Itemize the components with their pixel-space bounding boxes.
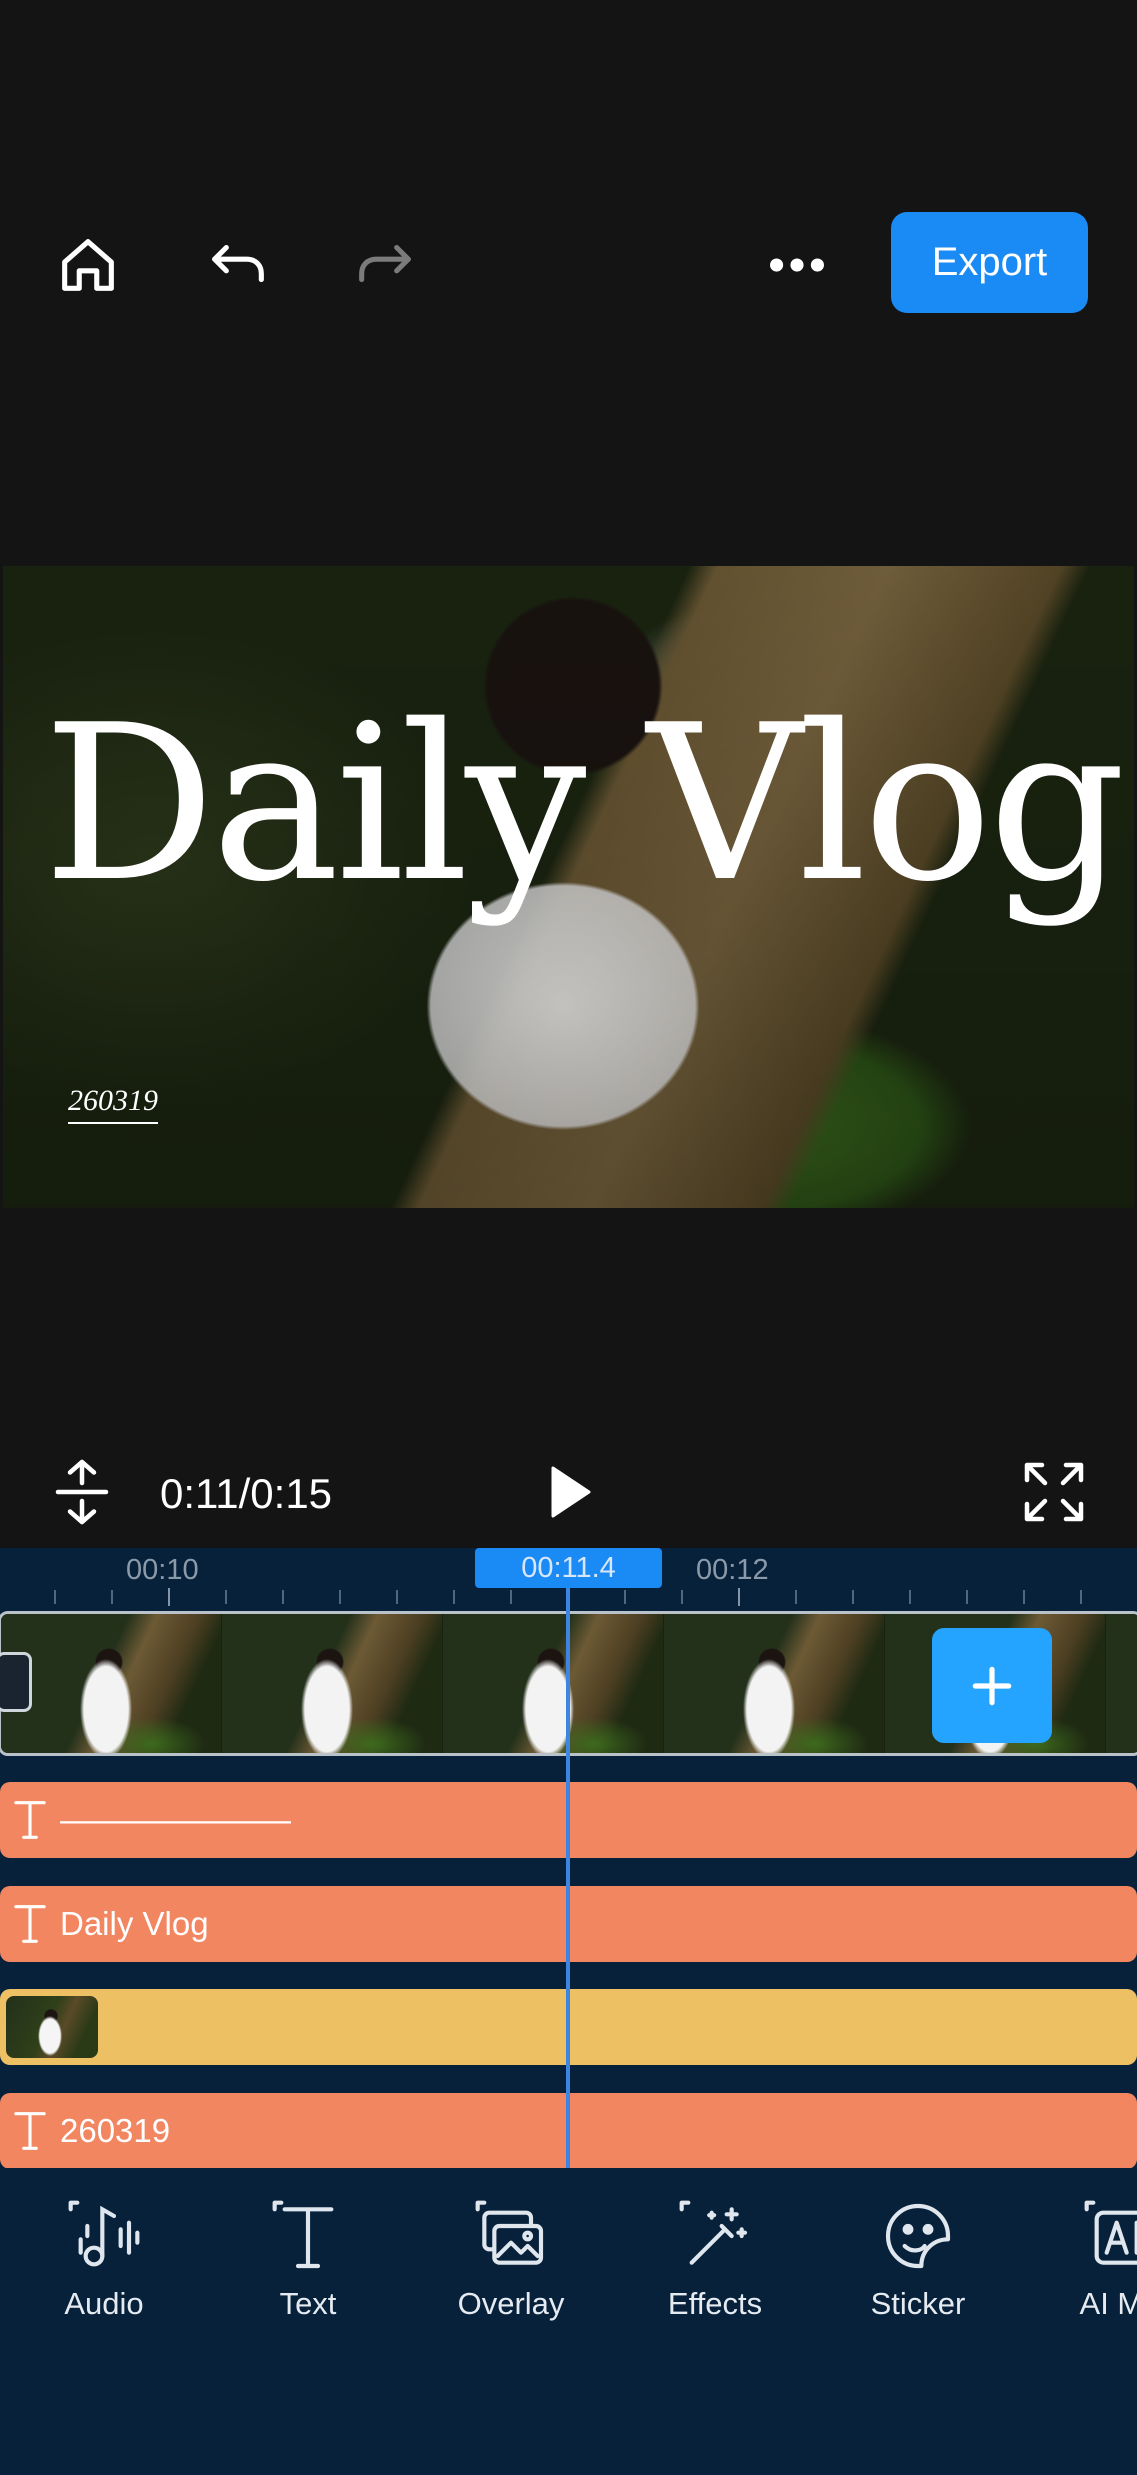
export-button[interactable]: Export <box>891 212 1088 313</box>
timeline[interactable]: 00:10 00:12 00:11.4 ——————— Daily Vlog 2… <box>0 1548 1137 2168</box>
ruler-tick <box>453 1590 455 1604</box>
audio-icon <box>68 2200 140 2267</box>
text-icon <box>272 2200 334 2269</box>
clip-frame <box>1 1614 222 1753</box>
text-track-icon <box>0 1782 60 1858</box>
overlay-thumbnail <box>6 1996 98 2058</box>
ruler-tick <box>624 1590 626 1604</box>
tool-ai[interactable]: AI Ma <box>1030 2196 1137 2346</box>
ruler-tick <box>225 1590 227 1604</box>
tool-text[interactable]: Text <box>218 2196 398 2346</box>
playhead[interactable] <box>566 1588 570 2168</box>
plus-icon <box>972 1666 1012 1705</box>
overlay-icon <box>475 2200 544 2265</box>
effects-icon <box>679 2200 748 2265</box>
tool-label: Text <box>279 2286 337 2321</box>
more-icon[interactable] <box>757 225 837 305</box>
ruler-label: 00:12 <box>696 1554 769 1586</box>
sticker-icon <box>885 2203 951 2269</box>
tool-label: AI Ma <box>1079 2286 1137 2321</box>
ruler-tick <box>339 1590 341 1604</box>
ruler-tick <box>852 1590 854 1604</box>
clip-frame <box>222 1614 443 1753</box>
preview-date-overlay[interactable]: 260319 <box>68 1084 158 1124</box>
ruler-tick <box>54 1590 56 1604</box>
tool-label: Overlay <box>457 2286 565 2321</box>
clip-frame <box>1106 1614 1137 1753</box>
tool-label: Audio <box>64 2286 144 2321</box>
ruler-tick <box>1080 1590 1082 1604</box>
tool-label: Effects <box>667 2286 763 2321</box>
ai-icon <box>1084 2200 1137 2265</box>
clip-trim-handle[interactable] <box>0 1652 32 1712</box>
fullscreen-icon[interactable] <box>1014 1452 1094 1532</box>
ruler-tick <box>510 1590 512 1604</box>
ruler-tick <box>396 1590 398 1604</box>
ruler-tick <box>681 1590 683 1604</box>
tool-effects[interactable]: Effects <box>625 2196 805 2346</box>
tool-overlay[interactable]: Overlay <box>421 2196 601 2346</box>
clip-frame <box>443 1614 664 1753</box>
ruler-tick <box>1023 1590 1025 1604</box>
timecode: 0:11/0:15 <box>160 1470 333 1517</box>
redo-icon[interactable] <box>345 225 425 305</box>
ruler-tick <box>738 1588 740 1606</box>
ruler-tick <box>795 1590 797 1604</box>
top-toolbar: Export <box>0 0 1137 560</box>
clip-frame <box>664 1614 885 1753</box>
text-track-label: ——————— <box>60 1801 291 1838</box>
preview-title-overlay[interactable]: Daily Vlog <box>43 696 1126 911</box>
text-track-icon <box>0 2093 60 2168</box>
ruler-tick <box>111 1590 113 1604</box>
split-height-icon[interactable] <box>42 1452 122 1532</box>
home-icon[interactable] <box>48 225 128 305</box>
tool-audio[interactable]: Audio <box>14 2196 194 2346</box>
ruler-tick <box>909 1590 911 1604</box>
ruler-tick <box>168 1588 170 1606</box>
tool-label: Sticker <box>870 2286 966 2321</box>
undo-icon[interactable] <box>198 225 278 305</box>
ruler-tick <box>966 1590 968 1604</box>
ruler-label: 00:10 <box>126 1554 199 1586</box>
current-time-badge: 00:11.4 <box>475 1548 662 1588</box>
text-track-label: Daily Vlog <box>60 1905 209 1942</box>
playback-bar: 0:11/0:15 <box>0 1400 1137 1550</box>
tool-bar: Audio Text Overlay Effects Sticker AI M <box>0 2168 1137 2475</box>
play-icon[interactable] <box>528 1452 608 1532</box>
add-clip-button[interactable] <box>932 1628 1052 1743</box>
tool-sticker[interactable]: Sticker <box>828 2196 1008 2346</box>
text-track-label: 260319 <box>60 2112 171 2149</box>
text-track-icon <box>0 1886 60 1962</box>
ruler-tick <box>282 1590 284 1604</box>
video-preview[interactable]: Daily Vlog 260319 <box>3 566 1134 1208</box>
